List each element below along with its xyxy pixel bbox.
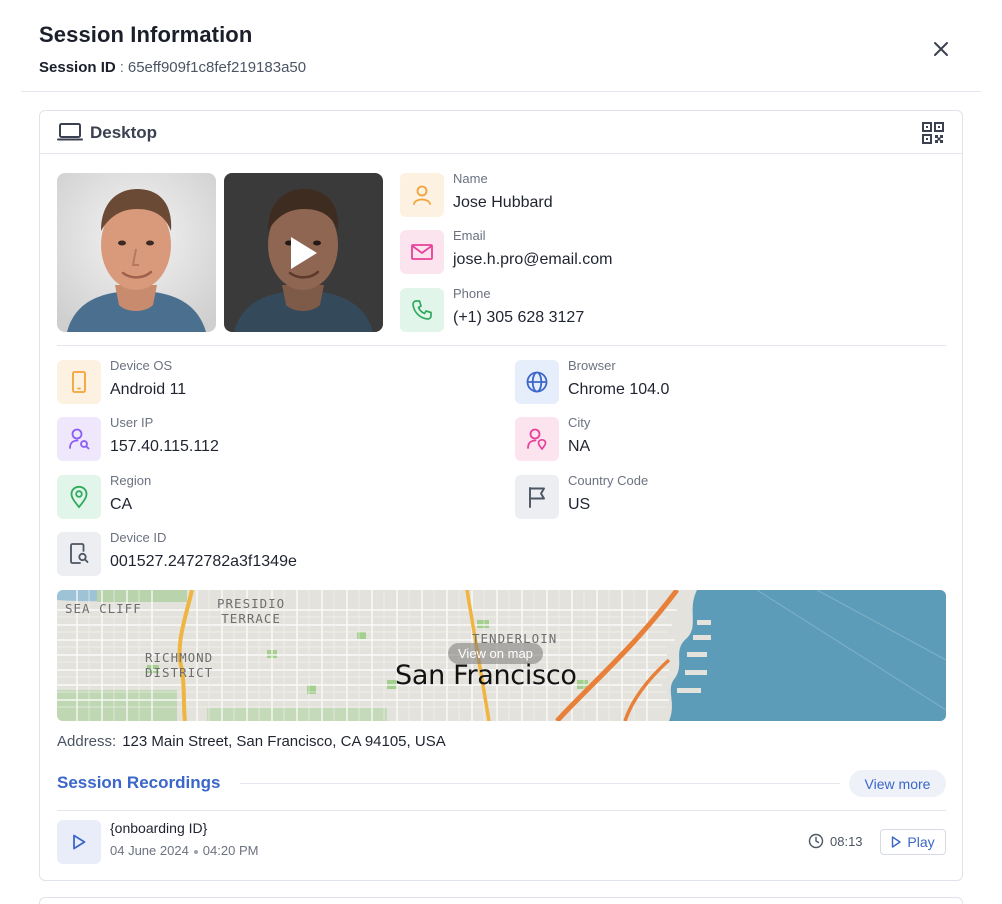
card-header: Desktop	[40, 111, 962, 154]
address-label: Address:	[57, 733, 117, 750]
header-divider	[21, 91, 981, 92]
user-ip: User IP 157.40.115.112	[57, 415, 457, 463]
recording-duration-value: 08:13	[830, 833, 863, 849]
browser: Browser Chrome 104.0	[515, 358, 915, 406]
face-photo	[57, 173, 216, 332]
device-os: Device OS Android 11	[57, 358, 457, 406]
recording-row: {onboarding ID} 04 June 2024 04:20 PM 08:…	[57, 820, 946, 864]
city: City NA	[515, 415, 915, 463]
mail-icon	[400, 230, 444, 274]
session-id-value: 65eff909f1c8fef219183a50	[127, 59, 307, 76]
location-map[interactable]: SEA CLIFF PRESIDIO TERRACE RICHMOND DIST…	[57, 590, 946, 721]
recording-play-button[interactable]: Play	[880, 829, 946, 855]
recordings-divider	[57, 810, 946, 811]
name-label: Name	[453, 171, 488, 186]
session-recordings-title: Session Recordings	[57, 773, 221, 792]
user-ip-label: User IP	[110, 415, 154, 430]
user-location-icon	[515, 417, 559, 461]
card-title: Desktop	[90, 123, 158, 142]
device-os-label: Device OS	[110, 358, 173, 373]
device-os-value: Android 11	[110, 381, 187, 398]
user-search-icon	[57, 417, 101, 461]
play-icon	[73, 834, 86, 850]
phone-label: Phone	[453, 286, 491, 301]
country-code-label: Country Code	[568, 473, 649, 488]
location-pin-icon	[57, 475, 101, 519]
smartphone-icon	[57, 360, 101, 404]
view-more-button[interactable]: View more	[849, 770, 946, 797]
user-photo[interactable]	[57, 173, 216, 332]
session-id-row: Session ID:65eff909f1c8fef219183a50	[39, 59, 306, 76]
address-row: Address: 123 Main Street, San Francisco, …	[57, 733, 446, 750]
section-divider	[57, 345, 946, 346]
recording-time: 04:20 PM	[202, 843, 259, 858]
clock-icon	[808, 833, 824, 849]
contact-phone: Phone (+1) 305 628 3127	[400, 286, 700, 334]
dot-separator	[193, 849, 198, 854]
region-value: CA	[110, 496, 133, 513]
recording-date: 04 June 2024	[110, 843, 189, 858]
city-value: NA	[568, 438, 591, 455]
next-card-edge	[39, 897, 963, 904]
region: Region CA	[57, 473, 457, 521]
browser-label: Browser	[568, 358, 616, 373]
device-id-label: Device ID	[110, 530, 167, 545]
email-value: jose.h.pro@email.com	[453, 251, 613, 268]
flag-icon	[515, 475, 559, 519]
session-id-label: Session ID	[39, 59, 116, 76]
recording-duration: 08:13	[808, 833, 863, 849]
user-icon	[400, 173, 444, 217]
globe-icon	[515, 360, 559, 404]
recording-datetime: 04 June 2024 04:20 PM	[110, 843, 258, 858]
qr-code-icon[interactable]	[922, 122, 944, 144]
contact-name: Name Jose Hubbard	[400, 171, 700, 219]
address-value: 123 Main Street, San Francisco, CA 94105…	[122, 733, 446, 750]
play-label: Play	[907, 834, 935, 850]
laptop-icon	[57, 123, 83, 141]
region-label: Region	[110, 473, 152, 488]
map-city-label: San Francisco	[395, 660, 577, 691]
close-icon	[934, 42, 948, 56]
recording-name: {onboarding ID}	[110, 820, 208, 836]
email-label: Email	[453, 228, 486, 243]
video-play-button[interactable]	[224, 173, 383, 332]
user-ip-value: 157.40.115.112	[110, 438, 219, 455]
play-icon	[892, 836, 902, 848]
close-button[interactable]	[928, 36, 954, 62]
browser-value: Chrome 104.0	[568, 381, 670, 398]
play-icon	[290, 236, 317, 269]
session-id-separator: :	[119, 59, 124, 76]
modal-title: Session Information	[39, 22, 253, 47]
phone-icon	[400, 288, 444, 332]
country-code-value: US	[568, 496, 591, 513]
recording-thumbnail-play[interactable]	[57, 820, 101, 864]
modal-header: Session Information Session ID:65eff909f…	[0, 0, 1002, 92]
country-code: Country Code US	[515, 473, 915, 521]
session-card: Desktop Name Jose Hubbard Email jose.h.p…	[39, 110, 963, 881]
city-label: City	[568, 415, 591, 430]
device-id: Device ID 001527.2472782a3f1349e	[57, 530, 457, 578]
map-label-richmond: RICHMOND DISTRICT	[145, 650, 214, 680]
contact-email: Email jose.h.pro@email.com	[400, 228, 700, 276]
phone-value: (+1) 305 628 3127	[453, 309, 585, 326]
user-video[interactable]	[224, 173, 383, 332]
recordings-title-line	[240, 783, 840, 784]
map-label-presidio: PRESIDIO TERRACE	[217, 596, 286, 626]
device-id-value: 001527.2472782a3f1349e	[110, 553, 297, 570]
map-label-sea-cliff: SEA CLIFF	[65, 601, 142, 616]
device-search-icon	[57, 532, 101, 576]
name-value: Jose Hubbard	[453, 194, 553, 211]
